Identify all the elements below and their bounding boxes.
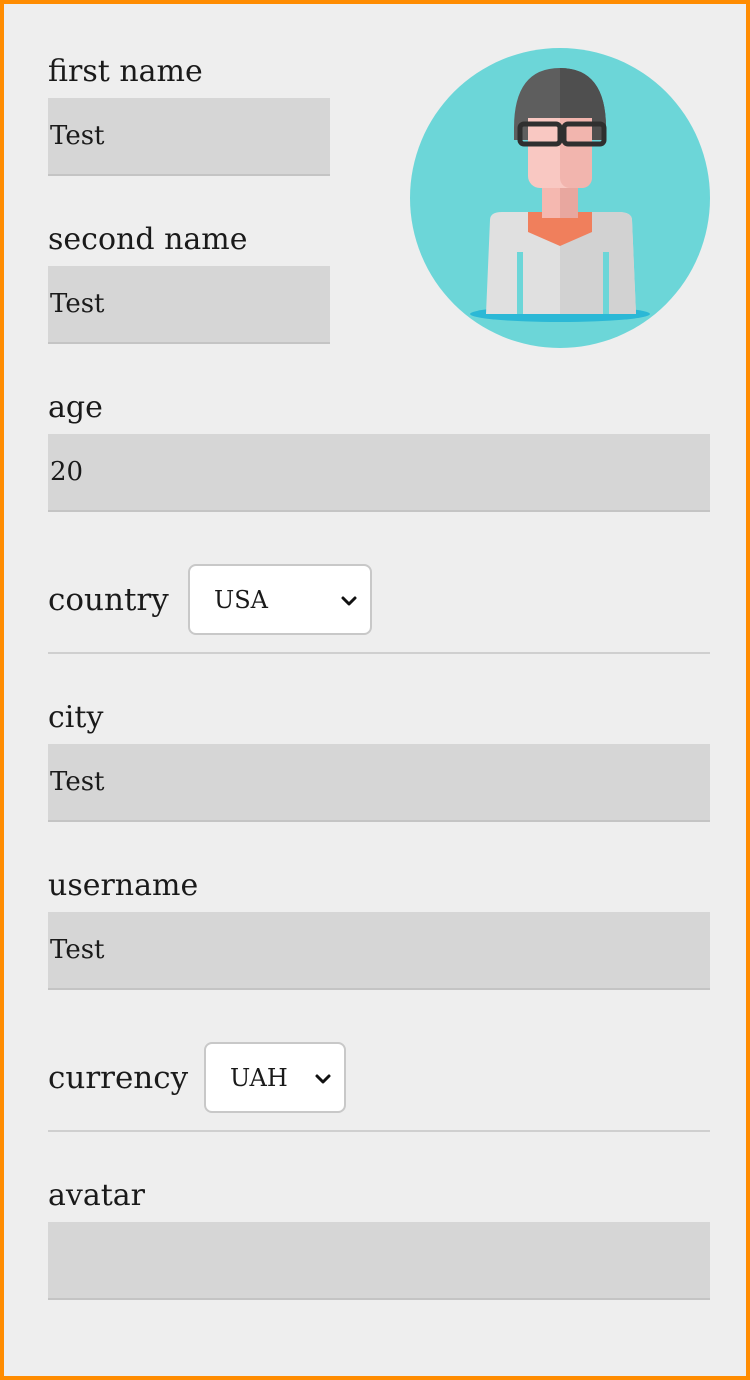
first-name-label: first name [48, 54, 203, 89]
country-select-value: USA [214, 585, 268, 614]
username-input[interactable] [48, 912, 710, 990]
country-select[interactable]: USA [188, 564, 372, 635]
city-input[interactable] [48, 744, 710, 822]
first-name-input[interactable] [48, 98, 330, 176]
avatar-input[interactable] [48, 1222, 710, 1300]
second-name-label: second name [48, 222, 248, 257]
age-label: age [48, 390, 103, 425]
age-input[interactable] [48, 434, 710, 512]
currency-select-value: UAH [230, 1063, 288, 1092]
currency-select[interactable]: UAH [204, 1042, 346, 1113]
username-label: username [48, 868, 199, 903]
currency-divider [48, 1130, 710, 1132]
country-label: country [48, 582, 169, 618]
currency-label: currency [48, 1060, 189, 1096]
chevron-down-icon [341, 596, 357, 606]
city-label: city [48, 700, 104, 735]
profile-form: first name second name [0, 0, 750, 1380]
country-divider [48, 652, 710, 654]
avatar-label: avatar [48, 1178, 146, 1213]
chevron-down-icon [315, 1074, 331, 1084]
avatar-illustration [410, 48, 710, 348]
second-name-input[interactable] [48, 266, 330, 344]
